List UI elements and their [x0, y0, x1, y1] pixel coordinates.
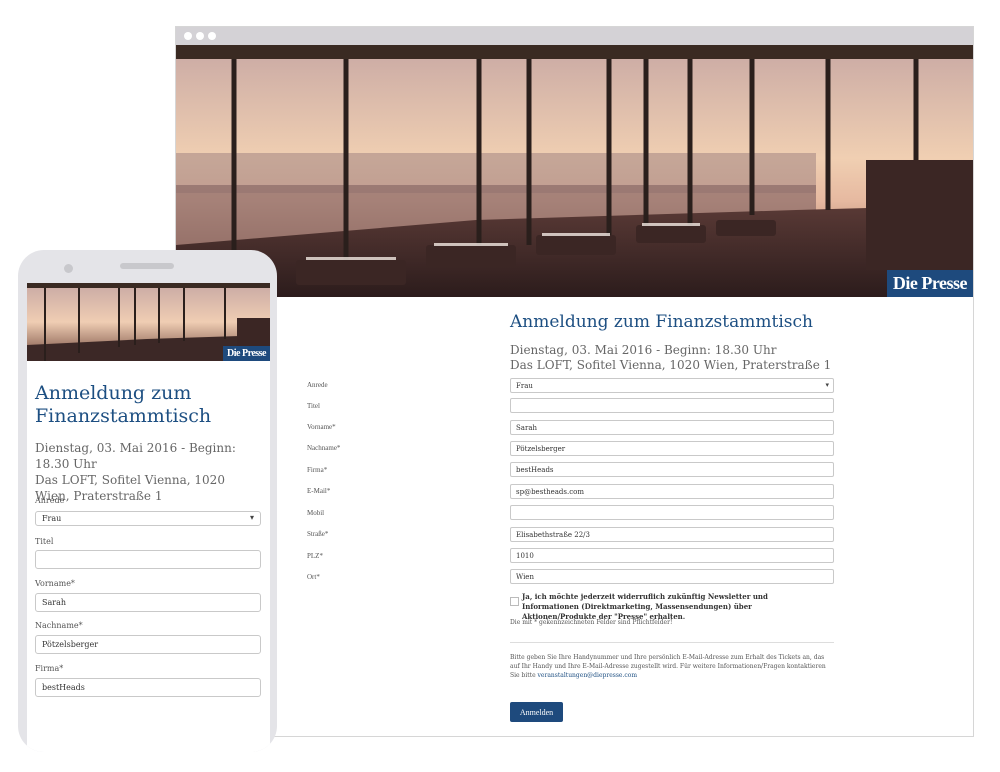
- vorname-input[interactable]: Sarah: [510, 420, 834, 435]
- label-email: E-Mail*: [307, 487, 331, 495]
- restaurant-panorama-image: [176, 45, 973, 297]
- label-titel: Titel: [35, 537, 54, 546]
- mobile-phone-frame: Die Presse Anmeldung zum Finanzstammtisc…: [18, 250, 277, 752]
- divider: [510, 642, 834, 643]
- label-vorname: Vorname*: [307, 423, 336, 431]
- firma-input[interactable]: bestHeads: [510, 462, 834, 477]
- nachname-input[interactable]: Pötzelsberger: [510, 441, 834, 456]
- label-anrede: Anrede: [35, 496, 65, 505]
- die-presse-logo: Die Presse: [223, 346, 270, 361]
- hero-image: Die Presse: [176, 45, 973, 297]
- plz-input[interactable]: 1010: [510, 548, 834, 563]
- mobile-page-title: Anmeldung zum Finanzstammtisch: [35, 382, 212, 427]
- label-mobil: Mobil: [307, 509, 325, 517]
- phone-camera-icon: [64, 264, 73, 273]
- submit-button[interactable]: Anmelden: [510, 702, 563, 722]
- ort-input[interactable]: Wien: [510, 569, 834, 584]
- strasse-input[interactable]: Elisabethstraße 22/3: [510, 527, 834, 542]
- firma-input[interactable]: bestHeads: [35, 678, 261, 697]
- event-venue-line: Das LOFT, Sofitel Vienna, 1020 Wien, Pra…: [510, 358, 832, 372]
- label-nachname: Nachname*: [35, 621, 83, 630]
- anrede-select[interactable]: Frau: [35, 511, 261, 526]
- titel-input[interactable]: [510, 398, 834, 413]
- window-dot-icon: [208, 32, 216, 40]
- window-dot-icon: [184, 32, 192, 40]
- phone-speaker-icon: [120, 263, 174, 269]
- label-firma: Firma*: [35, 664, 64, 673]
- label-vorname: Vorname*: [35, 579, 75, 588]
- label-firma: Firma*: [307, 466, 328, 474]
- email-input[interactable]: sp@bestheads.com: [510, 484, 834, 499]
- window-dot-icon: [196, 32, 204, 40]
- vorname-input[interactable]: Sarah: [35, 593, 261, 612]
- titel-input[interactable]: [35, 550, 261, 569]
- nachname-input[interactable]: Pötzelsberger: [35, 635, 261, 654]
- newsletter-checkbox[interactable]: [510, 597, 519, 606]
- desktop-title: Anmeldung zum Finanzstammtisch: [510, 312, 813, 332]
- mobile-event-info: Dienstag, 03. Mai 2016 - Beginn: 18.30 U…: [35, 440, 255, 504]
- mobile-hero-image: Die Presse: [27, 283, 270, 361]
- browser-title-bar: [176, 27, 973, 45]
- contact-email-link[interactable]: veranstaltungen@diepresse.com: [538, 672, 637, 679]
- label-nachname: Nachname*: [307, 444, 341, 452]
- ticket-info-note: Bitte geben Sie Ihre Handynummer und Ihr…: [510, 653, 828, 680]
- event-date-line: Dienstag, 03. Mai 2016 - Beginn: 18.30 U…: [35, 441, 236, 471]
- newsletter-consent-text: Ja, ich möchte jederzeit widerruflich zu…: [522, 592, 768, 621]
- label-anrede: Anrede: [307, 381, 328, 389]
- label-ort: Ort*: [307, 573, 320, 581]
- label-titel: Titel: [307, 402, 320, 410]
- event-date-line: Dienstag, 03. Mai 2016 - Beginn: 18.30 U…: [510, 343, 777, 357]
- mobile-screen: Die Presse Anmeldung zum Finanzstammtisc…: [27, 283, 270, 752]
- mobil-input[interactable]: [510, 505, 834, 520]
- label-strasse: Straße*: [307, 530, 329, 538]
- required-fields-note: Die mit * gekennzeichneten Felder sind P…: [510, 619, 673, 626]
- die-presse-logo: Die Presse: [886, 270, 973, 297]
- label-plz: PLZ*: [307, 552, 323, 560]
- anrede-select[interactable]: Frau: [510, 378, 834, 393]
